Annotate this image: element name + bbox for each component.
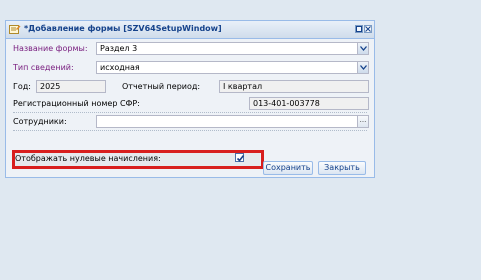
save-button[interactable]: Сохранить [263,161,313,175]
info-type-dropdown-button[interactable] [357,61,369,74]
separator [13,130,367,131]
form-name-label: Название формы: [13,44,88,53]
employees-field[interactable] [96,115,358,128]
reg-number-label: Регистрационный номер СФР: [13,99,140,108]
period-field[interactable]: I квартал [219,80,369,93]
year-label: Год: [13,82,31,91]
close-button[interactable]: Закрыть [318,161,366,175]
form-name-value: Раздел 3 [100,44,138,53]
info-type-select[interactable]: исходная [96,61,369,74]
chevron-down-icon [360,46,367,51]
period-label: Отчетный период: [122,82,201,91]
period-value: I квартал [223,82,263,91]
reg-number-value: 013-401-003778 [253,99,320,108]
chevron-down-icon [360,65,367,70]
separator [13,112,367,113]
employees-picker-button[interactable]: ... [357,115,369,128]
info-type-label: Тип сведений: [13,63,74,72]
form-name-select[interactable]: Раздел 3 [96,42,369,55]
employees-label: Сотрудники: [13,117,67,126]
close-icon [365,26,371,32]
year-field[interactable]: 2025 [36,80,106,93]
setup-window: *Добавление формы [SZV64SetupWindow] Наз… [5,20,375,178]
info-type-value: исходная [100,63,140,72]
maximize-button[interactable] [355,25,363,33]
reg-number-field[interactable]: 013-401-003778 [249,97,369,110]
close-window-button[interactable] [364,25,372,33]
form-edit-icon [9,24,21,34]
form-name-dropdown-button[interactable] [357,42,369,55]
maximize-icon [356,26,362,32]
window-title: *Добавление формы [SZV64SetupWindow] [24,24,222,33]
window-titlebar[interactable]: *Добавление формы [SZV64SetupWindow] [6,21,374,39]
year-value: 2025 [40,82,61,91]
highlight-frame [12,150,264,169]
